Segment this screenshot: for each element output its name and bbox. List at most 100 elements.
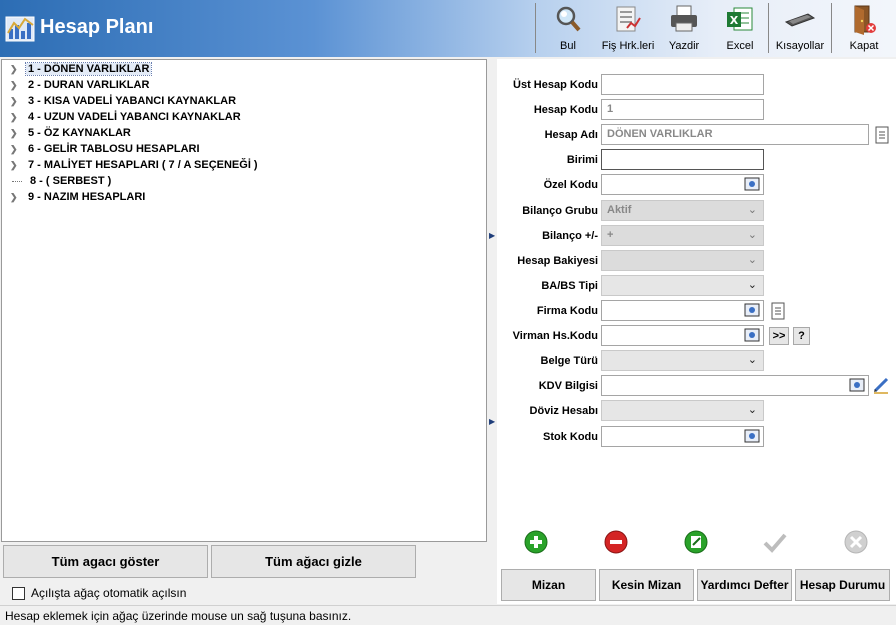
transactions-label: Fiş Hrk.leri — [601, 40, 655, 52]
splitter-grip-icon: ▶ — [489, 417, 496, 426]
tree-item[interactable]: ❯ 1 - DÖNEN VARLIKLAR — [10, 61, 153, 77]
label-virman-hs-kodu: Virman Hs.Kodu — [512, 330, 598, 342]
hesap-kodu-input[interactable]: 1 — [601, 99, 764, 120]
tree-item-label: 6 - GELİR TABLOSU HESAPLARI — [28, 143, 200, 155]
virman-hs-kodu-input[interactable] — [601, 325, 764, 346]
account-form: Üst Hesap Kodu Hesap Kodu 1 Hesap Adı DÖ… — [497, 59, 896, 604]
expand-arrow-icon[interactable]: ❯ — [10, 128, 20, 139]
label-hesap-adi: Hesap Adı — [544, 129, 598, 141]
tree-item[interactable]: ❯ 2 - DURAN VARLIKLAR — [10, 77, 151, 93]
virman-help-button[interactable]: ? — [793, 327, 810, 345]
tree-item-label: 5 - ÖZ KAYNAKLAR — [28, 127, 131, 139]
auto-expand-label: Açılışta ağaç otomatik açılsın — [31, 586, 187, 600]
tree-item-label: 2 - DURAN VARLIKLAR — [28, 79, 150, 91]
doviz-hesabi-select[interactable]: ⌄ — [601, 400, 764, 421]
birimi-input[interactable] — [601, 149, 764, 170]
transactions-button[interactable]: Fiş Hrk.leri — [600, 0, 656, 57]
tree-item-label: 4 - UZUN VADELİ YABANCI KAYNAKLAR — [28, 111, 241, 123]
excel-icon: X — [727, 7, 753, 31]
excel-button[interactable]: X Excel — [712, 0, 768, 57]
bilanco-isaret-select[interactable]: + ⌄ — [601, 225, 764, 246]
label-ba-bs-tipi: BA/BS Tipi — [541, 280, 598, 292]
yardimci-defter-button[interactable]: Yardımcı Defter — [697, 569, 792, 601]
tree-connector — [12, 180, 22, 182]
tree-item[interactable]: ❯ 5 - ÖZ KAYNAKLAR — [10, 125, 133, 141]
ozel-kodu-input[interactable] — [601, 174, 764, 195]
belge-turu-select[interactable]: ⌄ — [601, 350, 764, 371]
tree-item[interactable]: ❯ 4 - UZUN VADELİ YABANCI KAYNAKLAR — [10, 109, 243, 125]
expand-arrow-icon[interactable]: ❯ — [10, 96, 20, 107]
label-ust-hesap-kodu: Üst Hesap Kodu — [513, 79, 598, 91]
label-bilanco-grubu: Bilanço Grubu — [522, 205, 598, 217]
cancel-icon[interactable] — [843, 529, 869, 555]
mizan-button[interactable]: Mizan — [501, 569, 596, 601]
hesap-bakiyesi-select[interactable]: ⌄ — [601, 250, 764, 271]
edit-pencil-icon[interactable] — [872, 376, 890, 394]
document-icon[interactable] — [769, 302, 787, 320]
chart-logo-icon — [5, 16, 35, 42]
close-button[interactable]: Kapat — [832, 0, 896, 57]
close-label: Kapat — [849, 40, 879, 52]
add-icon[interactable] — [523, 529, 549, 555]
label-doviz-hesabi: Döviz Hesabı — [529, 405, 598, 417]
svg-text:X: X — [730, 14, 739, 27]
lookup-icon[interactable] — [744, 429, 760, 443]
chevron-down-icon: ⌄ — [747, 279, 757, 291]
expand-arrow-icon[interactable]: ❯ — [10, 64, 20, 75]
chevron-down-icon: ⌄ — [747, 229, 757, 241]
checkbox-box[interactable] — [12, 586, 25, 600]
find-button[interactable]: Bul — [536, 0, 600, 57]
keyboard-icon — [784, 13, 816, 27]
chevron-down-icon: ⌄ — [747, 404, 757, 416]
kesin-mizan-button[interactable]: Kesin Mizan — [599, 569, 694, 601]
lookup-icon[interactable] — [744, 303, 760, 317]
ust-hesap-kodu-input[interactable] — [601, 74, 764, 95]
tree-item[interactable]: 8 - ( SERBEST ) — [10, 173, 113, 189]
tree-item-label: 8 - ( SERBEST ) — [30, 175, 112, 187]
tree-item[interactable]: ❯ 9 - NAZIM HESAPLARI — [10, 189, 147, 205]
kdv-bilgisi-input[interactable] — [601, 375, 869, 396]
label-bilanco-isaret: Bilanço +/- — [542, 230, 598, 242]
auto-expand-checkbox[interactable]: Açılışta ağaç otomatik açılsın — [12, 586, 186, 600]
expand-arrow-icon[interactable]: ❯ — [10, 192, 20, 203]
bilanco-grubu-value: Aktif — [607, 204, 632, 216]
chevron-down-icon: ⌄ — [747, 254, 757, 266]
document-icon[interactable] — [873, 126, 891, 144]
label-stok-kodu: Stok Kodu — [543, 431, 598, 443]
lookup-icon[interactable] — [849, 378, 865, 392]
expand-arrow-icon[interactable]: ❯ — [10, 160, 20, 171]
confirm-icon[interactable] — [762, 529, 788, 555]
expand-arrow-icon[interactable]: ❯ — [10, 112, 20, 123]
bilanco-grubu-select[interactable]: Aktif ⌄ — [601, 200, 764, 221]
shortcuts-button[interactable]: Kısayollar — [769, 0, 831, 57]
tree-item[interactable]: ❯ 7 - MALİYET HESAPLARI ( 7 / A SEÇENEĞİ… — [10, 157, 260, 173]
label-hesap-kodu: Hesap Kodu — [533, 104, 598, 116]
expand-arrow-icon[interactable]: ❯ — [10, 80, 20, 91]
tree-item[interactable]: ❯ 6 - GELİR TABLOSU HESAPLARI — [10, 141, 202, 157]
label-ozel-kodu: Özel Kodu — [543, 179, 598, 191]
bilanco-isaret-value: + — [607, 229, 614, 241]
status-bar: Hesap eklemek için ağaç üzerinde mouse u… — [0, 605, 896, 625]
lookup-icon[interactable] — [744, 328, 760, 342]
hide-all-tree-button[interactable]: Tüm ağacı gizle — [211, 545, 416, 578]
hesap-adi-input[interactable]: DÖNEN VARLIKLAR — [601, 124, 869, 145]
show-all-tree-button[interactable]: Tüm agacı göster — [3, 545, 208, 578]
title-bar: Hesap Planı Bul Fiş Hrk.leri Yazdir X Ex… — [0, 0, 896, 57]
expand-arrow-icon[interactable]: ❯ — [10, 144, 20, 155]
virman-next-button[interactable]: >> — [769, 327, 789, 345]
ba-bs-tipi-select[interactable]: ⌄ — [601, 275, 764, 296]
toolbar: Bul Fiş Hrk.leri Yazdir X Excel Kısayoll… — [535, 0, 896, 57]
lookup-icon[interactable] — [744, 177, 760, 191]
panel-splitter[interactable]: ▶ ▶ — [489, 59, 495, 543]
remove-icon[interactable] — [603, 529, 629, 555]
firma-kodu-input[interactable] — [601, 300, 764, 321]
account-tree[interactable]: ❯ 1 - DÖNEN VARLIKLAR ❯ 2 - DURAN VARLIK… — [1, 59, 487, 542]
hesap-durumu-button[interactable]: Hesap Durumu — [795, 569, 890, 601]
print-button[interactable]: Yazdir — [656, 0, 712, 57]
tree-item-label: 1 - DÖNEN VARLIKLAR — [24, 62, 153, 76]
stok-kodu-input[interactable] — [601, 426, 764, 447]
tree-item-label: 9 - NAZIM HESAPLARI — [28, 191, 146, 203]
tree-item[interactable]: ❯ 3 - KISA VADELİ YABANCI KAYNAKLAR — [10, 93, 238, 109]
edit-icon[interactable] — [683, 529, 709, 555]
tree-item-label: 3 - KISA VADELİ YABANCI KAYNAKLAR — [28, 95, 237, 107]
